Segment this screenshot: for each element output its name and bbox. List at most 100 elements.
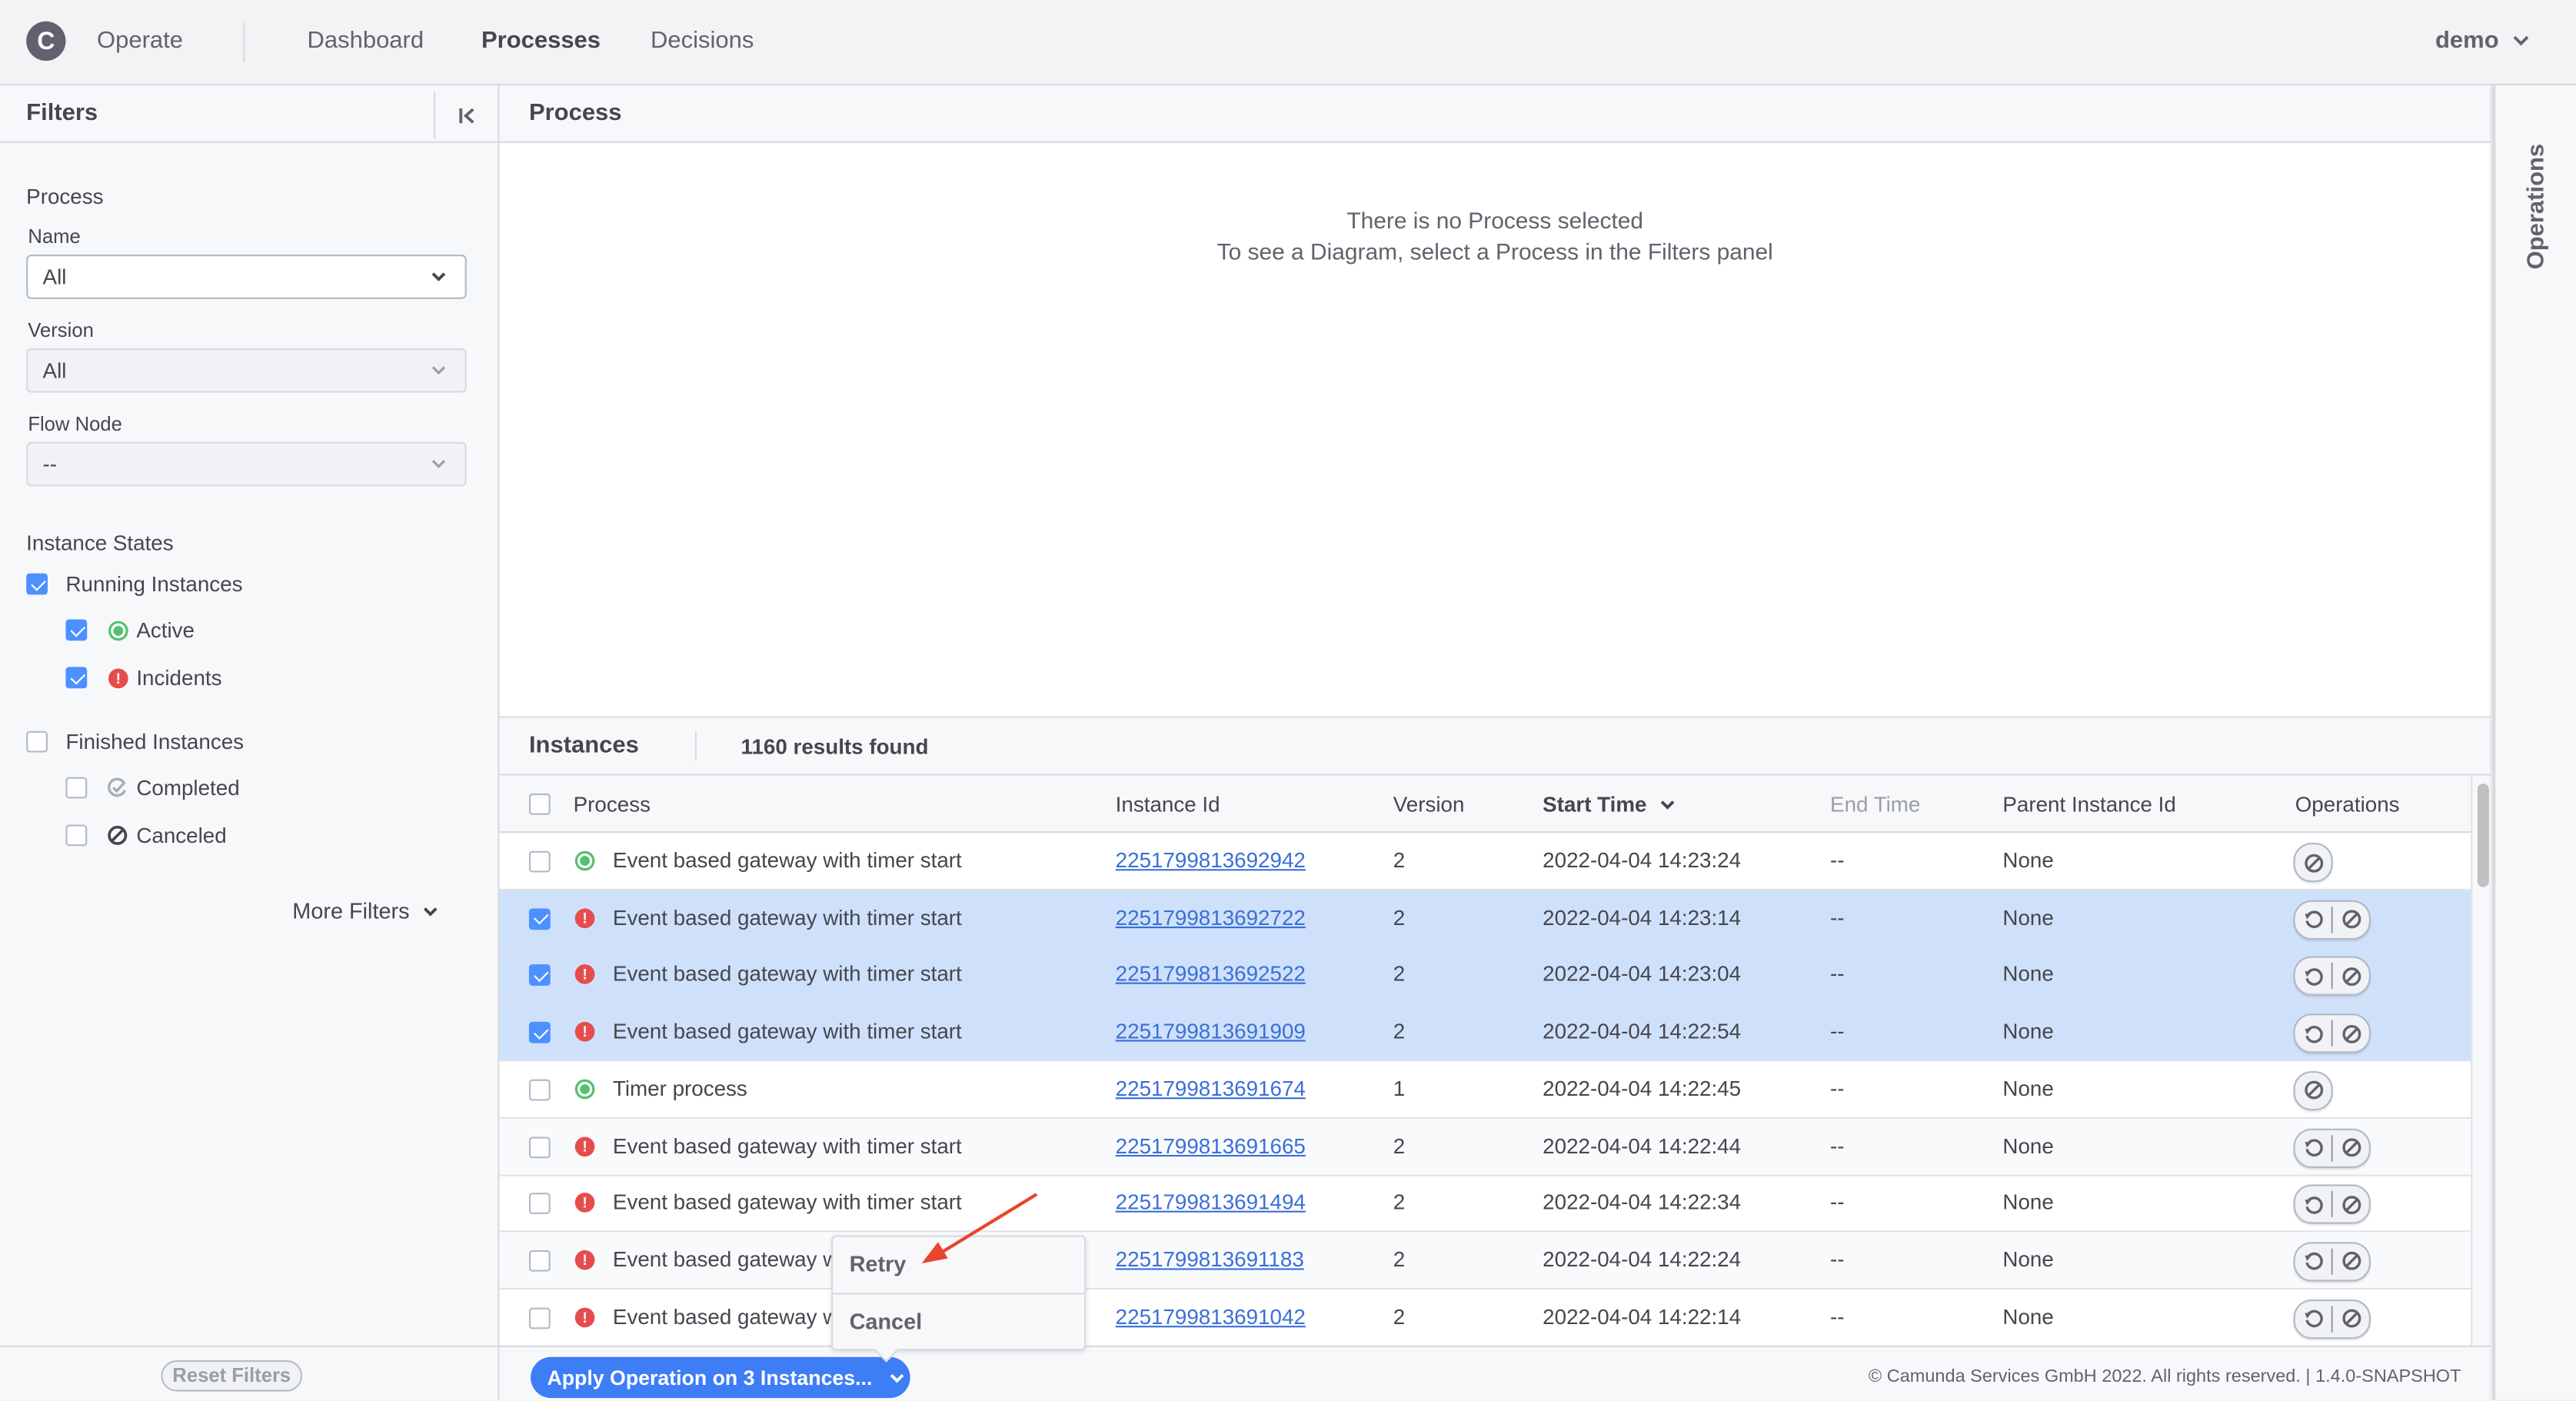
instance-id-link[interactable]: 2251799813691665	[1116, 1133, 1306, 1157]
instance-id-link[interactable]: 2251799813692722	[1116, 905, 1306, 930]
more-filters-button[interactable]: More Filters	[292, 899, 439, 923]
cancel-instance-button[interactable]	[2295, 1073, 2331, 1109]
row-checkbox[interactable]	[528, 1250, 551, 1272]
cancel-instance-button[interactable]	[2295, 844, 2331, 880]
process-name: Timer process	[612, 1075, 747, 1101]
flow-node-select[interactable]: --	[26, 441, 467, 487]
apply-operation-button[interactable]: Apply Operation on 3 Instances...	[531, 1356, 910, 1399]
name-label: Name	[28, 225, 81, 248]
table-row[interactable]: Event based gateway with timer start 2251…	[499, 833, 2471, 890]
completed-checkbox[interactable]	[65, 777, 88, 799]
menu-item-cancel[interactable]: Cancel	[833, 1293, 1085, 1349]
table-row[interactable]: ! Event based gateway with timer start 225…	[499, 1289, 2471, 1347]
column-process[interactable]: Process	[574, 792, 651, 817]
incident-state-icon: !	[108, 668, 128, 689]
cancel-icon	[2302, 1080, 2324, 1101]
version: 1	[1393, 1075, 1406, 1101]
select-all-checkbox[interactable]	[528, 793, 551, 815]
incidents-label: Incidents	[136, 665, 222, 691]
retry-icon	[2302, 1023, 2324, 1044]
retry-instance-button[interactable]	[2295, 1016, 2331, 1052]
table-row[interactable]: ! Event based gateway with timer start 225…	[499, 947, 2471, 1005]
column-end-time[interactable]: End Time	[1830, 792, 1920, 817]
cancel-instance-button[interactable]	[2333, 958, 2369, 994]
row-checkbox[interactable]	[528, 1022, 551, 1043]
cancel-icon	[2340, 1136, 2361, 1158]
scrollbar-thumb[interactable]	[2477, 784, 2489, 887]
process-name-select[interactable]: All	[26, 255, 467, 299]
retry-instance-button[interactable]	[2295, 1300, 2331, 1336]
table-scrollbar[interactable]	[2471, 775, 2493, 1401]
retry-instance-button[interactable]	[2295, 1130, 2331, 1166]
cancel-instance-button[interactable]	[2333, 1130, 2369, 1166]
running-instances-checkbox[interactable]	[26, 573, 48, 595]
row-checkbox[interactable]	[528, 850, 551, 873]
retry-instance-button[interactable]	[2295, 1243, 2331, 1280]
operations-panel-title[interactable]: Operations	[2524, 144, 2550, 270]
table-row[interactable]: ! Event based gateway with timer start 225…	[499, 1232, 2471, 1290]
retry-instance-button[interactable]	[2295, 1186, 2331, 1223]
cancel-instance-button[interactable]	[2333, 1243, 2369, 1280]
column-instance-id[interactable]: Instance Id	[1116, 792, 1220, 817]
cancel-instance-button[interactable]	[2333, 1016, 2369, 1052]
process-name: Event based gateway with timer start	[612, 847, 962, 873]
cancel-instance-button[interactable]	[2333, 901, 2369, 937]
camunda-logo-icon[interactable]: C	[26, 21, 66, 62]
table-row[interactable]: ! Event based gateway with timer start 225…	[499, 1117, 2471, 1176]
instance-id-link[interactable]: 2251799813691909	[1116, 1019, 1306, 1043]
start-time: 2022-04-04 14:23:04	[1543, 961, 1742, 987]
cancel-icon	[2340, 1251, 2361, 1273]
parent-instance-id: None	[2002, 1018, 2054, 1043]
instance-id-link[interactable]: 2251799813691042	[1116, 1304, 1306, 1329]
retry-instance-button[interactable]	[2295, 958, 2331, 994]
instance-id-link[interactable]: 2251799813691674	[1116, 1076, 1306, 1100]
header-divider	[243, 22, 245, 63]
instance-id-link[interactable]: 2251799813692522	[1116, 962, 1306, 987]
table-row[interactable]: ! Event based gateway with timer start 225…	[499, 1175, 2471, 1233]
nav-dashboard[interactable]: Dashboard	[308, 28, 424, 54]
nav-processes[interactable]: Processes	[481, 28, 601, 54]
app-name[interactable]: Operate	[97, 28, 183, 54]
table-row[interactable]: Timer process 2251799813691674 1 2022-04-04…	[499, 1061, 2471, 1119]
copyright-text: © Camunda Services GmbH 2022. All rights…	[1868, 1366, 2461, 1387]
cancel-instance-button[interactable]	[2333, 1300, 2369, 1336]
incidents-checkbox[interactable]	[65, 667, 88, 689]
menu-item-retry[interactable]: Retry	[833, 1237, 1084, 1293]
incident-state-icon: !	[574, 907, 595, 928]
incident-state-icon: !	[574, 964, 595, 985]
row-checkbox[interactable]	[528, 1136, 551, 1158]
row-operations	[2293, 1241, 2371, 1282]
incident-state-icon: !	[574, 1193, 595, 1213]
column-parent-instance-id[interactable]: Parent Instance Id	[2002, 792, 2175, 817]
end-time: --	[1830, 1190, 1845, 1215]
filters-title: Filters	[26, 100, 98, 127]
retry-instance-button[interactable]	[2295, 901, 2331, 937]
row-checkbox[interactable]	[528, 964, 551, 987]
row-checkbox[interactable]	[528, 1079, 551, 1101]
version-select[interactable]: All	[26, 348, 467, 393]
row-operations	[2293, 1299, 2371, 1339]
active-checkbox[interactable]	[65, 619, 88, 641]
column-start-time[interactable]: Start Time	[1543, 792, 1676, 817]
collapse-filters-button[interactable]	[434, 92, 498, 138]
row-checkbox[interactable]	[528, 907, 551, 930]
row-checkbox[interactable]	[528, 1193, 551, 1215]
canceled-checkbox[interactable]	[65, 824, 88, 847]
empty-message-hint: To see a Diagram, select a Process in th…	[1216, 238, 1773, 265]
table-row[interactable]: ! Event based gateway with timer start 225…	[499, 1003, 2471, 1062]
nav-decisions[interactable]: Decisions	[651, 28, 754, 54]
table-row[interactable]: ! Event based gateway with timer start 225…	[499, 890, 2471, 948]
retry-icon	[2302, 966, 2324, 987]
row-operations	[2293, 843, 2333, 883]
instance-id-link[interactable]: 2251799813691183	[1116, 1246, 1304, 1271]
instance-id-link[interactable]: 2251799813691494	[1116, 1190, 1306, 1214]
chevron-down-icon	[2513, 35, 2529, 46]
row-checkbox[interactable]	[528, 1306, 551, 1329]
finished-instances-checkbox[interactable]	[26, 730, 48, 753]
reset-filters-button[interactable]: Reset Filters	[161, 1360, 303, 1392]
column-version[interactable]: Version	[1393, 792, 1465, 817]
instance-id-link[interactable]: 2251799813692942	[1116, 847, 1306, 872]
cancel-instance-button[interactable]	[2333, 1186, 2369, 1223]
user-menu[interactable]: demo	[2435, 28, 2530, 55]
operations-panel[interactable]: Operations	[2492, 85, 2576, 1400]
